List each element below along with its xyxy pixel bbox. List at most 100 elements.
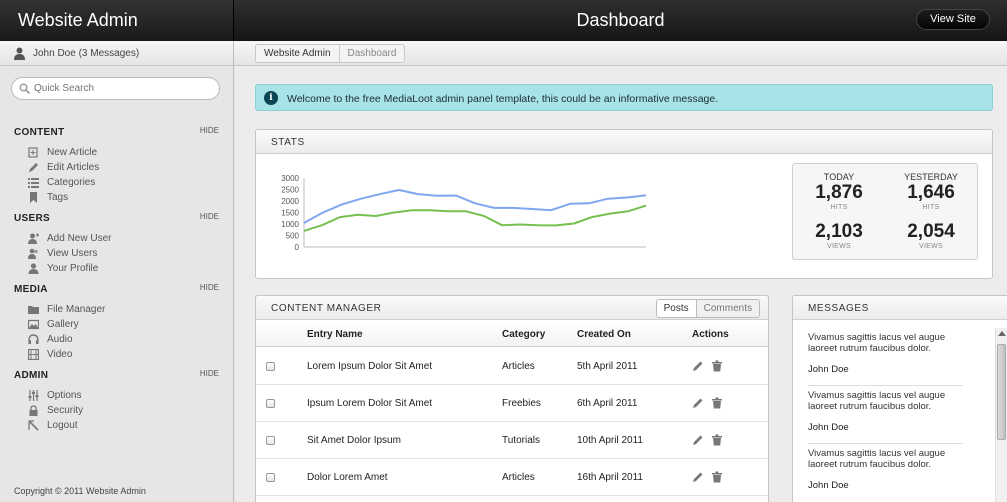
sidebar-item-label: Logout [47, 420, 78, 431]
sidebar-item-options[interactable]: Options [28, 389, 208, 403]
today-hits-value: 1,876 [815, 182, 863, 203]
column-created-on[interactable]: Created On [577, 329, 631, 340]
sidebar: CONTENT HIDE New Article Edit Articles C… [0, 66, 234, 502]
edit-pencil-icon[interactable] [692, 360, 704, 372]
sidebar-item-audio[interactable]: Audio [28, 333, 208, 347]
sidebar-item-label: Edit Articles [47, 162, 100, 173]
breadcrumb-website-admin[interactable]: Website Admin [256, 45, 340, 62]
yesterday-label: YESTERDAY [904, 172, 958, 182]
tab-posts[interactable]: Posts [656, 300, 697, 317]
entry-date: 5th April 2011 [577, 361, 638, 372]
hide-toggle[interactable]: HIDE [200, 212, 219, 221]
copyright: Copyright © 2011 Website Admin [14, 486, 146, 496]
main-content: i Welcome to the free MediaLoot admin pa… [235, 66, 1007, 502]
panel-title: MESSAGES [808, 303, 869, 314]
brand-title[interactable]: Website Admin [18, 10, 138, 31]
sidebar-item-label: Video [47, 349, 73, 360]
quick-search[interactable] [11, 77, 220, 100]
secondary-bar: John Doe (3 Messages) Website Admin Dash… [0, 41, 1007, 66]
sidebar-item-video[interactable]: Video [28, 348, 208, 362]
entry-name[interactable]: Dolor Lorem Amet [307, 472, 388, 483]
user-messages-label[interactable]: John Doe (3 Messages) [33, 48, 139, 59]
row-checkbox[interactable] [266, 473, 275, 482]
table-row: Sit Amet Dolor Ipsum Tutorials 10th Apri… [256, 422, 768, 459]
messages-scrollbar[interactable] [995, 328, 1007, 502]
hide-toggle[interactable]: HIDE [200, 369, 219, 378]
content-manager-panel: CONTENT MANAGER Posts Comments Entry Nam… [255, 295, 769, 502]
sidebar-item-gallery[interactable]: Gallery [28, 318, 208, 332]
panel-header: CONTENT MANAGER Posts Comments [256, 296, 768, 320]
scrollbar-thumb[interactable] [997, 344, 1006, 440]
message-item[interactable]: Vivamus sagittis lacus vel augue laoreet… [808, 328, 963, 386]
entry-name[interactable]: Sit Amet Dolor Ipsum [307, 435, 401, 446]
sidebar-item-view-users[interactable]: View Users [28, 247, 208, 261]
sidebar-item-label: File Manager [47, 304, 106, 315]
tab-comments[interactable]: Comments [697, 300, 759, 317]
y-tick-label: 2000 [281, 197, 299, 206]
hide-toggle[interactable]: HIDE [200, 126, 219, 135]
row-checkbox[interactable] [266, 436, 275, 445]
logout-icon [28, 420, 39, 431]
sidebar-item-logout[interactable]: Logout [28, 419, 208, 433]
sidebar-item-edit-articles[interactable]: Edit Articles [28, 161, 208, 175]
lock-icon [29, 405, 38, 416]
sidebar-item-tags[interactable]: Tags [28, 191, 208, 205]
edit-pencil-icon[interactable] [692, 471, 704, 483]
section-media: MEDIA HIDE [14, 283, 219, 297]
sidebar-item-your-profile[interactable]: Your Profile [28, 262, 208, 276]
sidebar-item-label: Security [47, 405, 84, 416]
sidebar-item-label: Add New User [47, 233, 112, 244]
column-actions: Actions [692, 329, 729, 340]
hide-toggle[interactable]: HIDE [200, 283, 219, 292]
message-item[interactable]: Vivamus sagittis lacus vel augue laoreet… [808, 386, 963, 444]
series-line-1 [303, 189, 647, 224]
table-header: Entry Name Category Created On Actions [256, 321, 768, 347]
messages-panel: MESSAGES Vivamus sagittis lacus vel augu… [792, 295, 1007, 502]
sidebar-item-new-article[interactable]: New Article [28, 146, 208, 160]
search-icon [19, 83, 30, 94]
today-hits: TODAY 1,876 HITS [795, 172, 883, 211]
trash-icon[interactable] [711, 434, 723, 446]
panel-header: MESSAGES [793, 296, 1007, 320]
sidebar-item-label: Tags [47, 192, 69, 203]
scroll-up-arrow[interactable] [998, 331, 1006, 336]
view-site-button[interactable]: View Site [916, 9, 990, 30]
trash-icon[interactable] [711, 360, 723, 372]
section-title: ADMIN [14, 370, 49, 381]
entry-name[interactable]: Lorem Ipsum Dolor Sit Amet [307, 361, 432, 372]
yesterday-hits: YESTERDAY 1,646 HITS [887, 172, 975, 211]
stats-summary: TODAY 1,876 HITS YESTERDAY 1,646 HITS 2,… [792, 163, 978, 260]
edit-pencil-icon[interactable] [692, 397, 704, 409]
user-info[interactable]: John Doe (3 Messages) [0, 41, 234, 66]
sidebar-item-file-manager[interactable]: File Manager [28, 303, 208, 317]
series-line-2 [303, 204, 647, 232]
trash-icon[interactable] [711, 397, 723, 409]
user-icon [14, 47, 25, 60]
sidebar-item-add-new-user[interactable]: Add New User [28, 232, 208, 246]
audio-icon [28, 334, 39, 344]
trash-icon[interactable] [711, 471, 723, 483]
section-title: CONTENT [14, 127, 65, 138]
table-row: Lorem Ipsum Dolor Sit Amet Articles 5th … [256, 348, 768, 385]
new-article-icon [28, 147, 38, 158]
search-input[interactable] [34, 81, 214, 96]
sidebar-item-categories[interactable]: Categories [28, 176, 208, 190]
column-category[interactable]: Category [502, 329, 545, 340]
message-item[interactable]: Vivamus sagittis lacus vel augue laoreet… [808, 444, 963, 502]
entry-name[interactable]: Ipsum Lorem Dolor Sit Amet [307, 398, 432, 409]
sidebar-item-label: Options [47, 390, 82, 401]
row-checkbox[interactable] [266, 399, 275, 408]
stats-panel: STATS 3000 2500 2000 1500 1000 500 0 TODAY 1,8… [255, 129, 993, 279]
list-icon [28, 178, 39, 188]
section-users: USERS HIDE [14, 212, 219, 226]
sidebar-item-security[interactable]: Security [28, 404, 208, 418]
yesterday-hits-value: 1,646 [907, 182, 955, 203]
row-checkbox[interactable] [266, 362, 275, 371]
y-tick-label: 500 [286, 232, 300, 241]
alert-message: Welcome to the free MediaLoot admin pane… [287, 93, 719, 105]
message-text: Vivamus sagittis lacus vel augue laoreet… [808, 390, 946, 412]
table-row: Ipsum Lorem Dolor Sit Amet Freebies 6th … [256, 385, 768, 422]
table-row: Dolor Lorem Amet Articles 16th April 201… [256, 459, 768, 496]
edit-pencil-icon[interactable] [692, 434, 704, 446]
column-entry-name[interactable]: Entry Name [307, 329, 363, 340]
